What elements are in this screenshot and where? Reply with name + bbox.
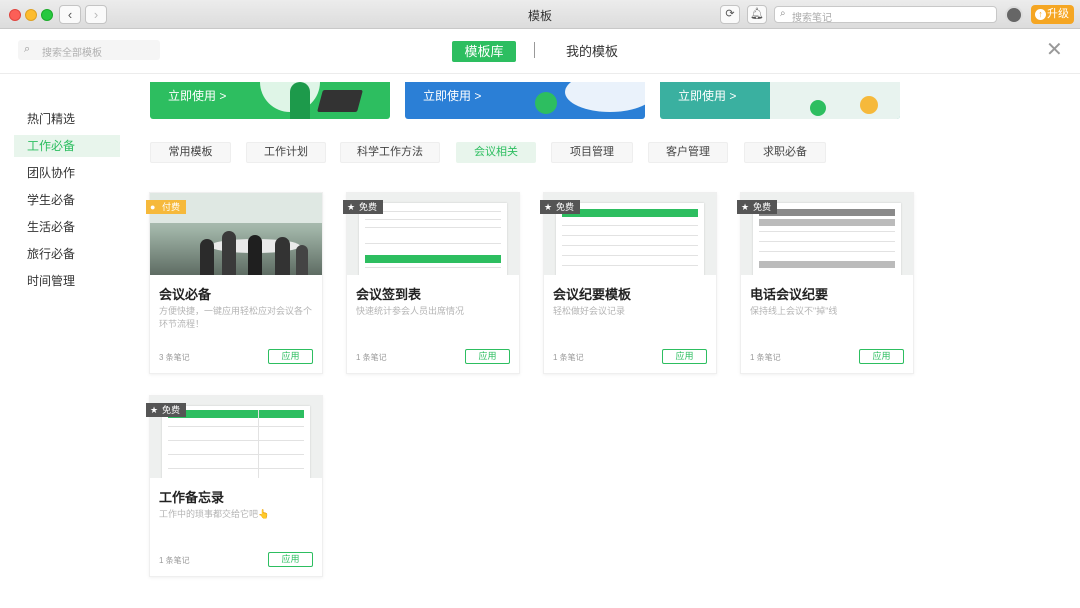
search-icon: ⌕ (24, 43, 31, 55)
paid-badge: ● 付费 (146, 200, 187, 214)
laptop-illustration (317, 90, 363, 112)
category-scientific-method[interactable]: 科学工作方法 (340, 142, 440, 163)
apply-button[interactable]: 应用 (662, 349, 707, 364)
apply-button[interactable]: 应用 (859, 349, 904, 364)
banner-2[interactable]: 立即使用 > (405, 82, 645, 119)
template-header: ⌕ 搜索全部模板 模板库 我的模板 ✕ (0, 29, 1080, 74)
star-icon: ★ (741, 202, 750, 212)
sync-button[interactable]: ⟳ (720, 5, 740, 24)
sidebar-item-life[interactable]: 生活必备 (14, 216, 120, 238)
app-window: ‹ › 模板 ⟳ 🔔︎ ⌕ 搜索笔记 ↑ 升级 ⌕ 搜索全部模板 模板库 我的模… (0, 0, 1080, 608)
note-count: 1 条笔记 (553, 353, 584, 362)
category-sidebar: 热门精选 工作必备 团队协作 学生必备 生活必备 旅行必备 时间管理 (14, 108, 120, 297)
star-icon: ★ (347, 202, 356, 212)
refresh-icon: ⟳ (725, 8, 735, 20)
banner-use-now-link[interactable]: 立即使用 > (168, 87, 226, 104)
template-card[interactable]: ● 付费 会议必备 方便快捷，一键应用轻松应对会议各个环节流程！ 3 条笔记 应用 (146, 192, 323, 374)
template-card[interactable]: ★ 免费 会议纪要模板 轻松做好会议记录 1 条笔记 应用 (540, 192, 717, 374)
note-count: 1 条笔记 (356, 353, 387, 362)
template-card[interactable]: ★ 免费 电话会议纪要 保持线上会议不"掉"线 1 条笔记 应用 (737, 192, 914, 374)
sidebar-item-student[interactable]: 学生必备 (14, 189, 120, 211)
sidebar-item-hot[interactable]: 热门精选 (14, 108, 120, 130)
card-description: 轻松做好会议记录 (553, 306, 626, 316)
notification-button[interactable]: 🔔︎ (747, 5, 767, 24)
star-icon: ★ (150, 405, 159, 415)
template-card[interactable]: ★ 免费 工作备忘录 工作中的琐事都交给它吧👆 1 条笔记 应用 (146, 395, 323, 577)
list-icon (535, 92, 557, 114)
card-title: 电话会议纪要 (750, 287, 829, 302)
sidebar-item-travel[interactable]: 旅行必备 (14, 243, 120, 265)
person-illustration (810, 100, 826, 116)
template-card[interactable]: ★ 免费 会议签到表 快速统计参会人员出席情况 1 条笔记 应用 (343, 192, 520, 374)
note-count: 1 条笔记 (750, 353, 781, 362)
title-bar: ‹ › 模板 ⟳ 🔔︎ ⌕ 搜索笔记 ↑ 升级 (0, 0, 1080, 29)
banner-use-now-link[interactable]: 立即使用 > (423, 87, 481, 104)
person-illustration (860, 96, 878, 114)
card-description: 工作中的琐事都交给它吧👆 (159, 509, 270, 519)
card-title: 会议必备 (159, 287, 212, 302)
tab-divider (534, 42, 535, 58)
card-description: 方便快捷，一键应用轻松应对会议各个环节流程！ (159, 306, 313, 329)
free-badge: ★ 免费 (146, 403, 187, 417)
star-icon: ★ (544, 202, 553, 212)
upgrade-label: 升级 (1047, 8, 1069, 20)
free-badge: ★ 免费 (737, 200, 778, 214)
tab-my-templates[interactable]: 我的模板 (556, 41, 628, 62)
note-search-placeholder: 搜索笔记 (792, 13, 832, 24)
category-meeting[interactable]: 会议相关 (456, 142, 536, 163)
card-description: 快速统计参会人员出席情况 (356, 306, 465, 316)
tab-template-library[interactable]: 模板库 (452, 41, 516, 62)
card-title: 会议签到表 (356, 287, 422, 302)
banner-illustration (565, 82, 645, 112)
coin-icon: ● (150, 202, 156, 212)
banner-illustration (770, 82, 900, 119)
search-icon: ⌕ (780, 8, 786, 19)
apply-button[interactable]: 应用 (268, 552, 313, 567)
category-common[interactable]: 常用模板 (150, 142, 231, 163)
category-job-hunting[interactable]: 求职必备 (744, 142, 826, 163)
arrow-up-icon: ↑ (1035, 9, 1046, 20)
template-search-placeholder: 搜索全部模板 (42, 48, 102, 59)
note-count: 3 条笔记 (159, 353, 190, 362)
free-badge: ★ 免费 (343, 200, 384, 214)
sidebar-item-work[interactable]: 工作必备 (14, 135, 120, 157)
banner-use-now-link[interactable]: 立即使用 > (678, 87, 736, 104)
sidebar-item-team[interactable]: 团队协作 (14, 162, 120, 184)
sidebar-item-time[interactable]: 时间管理 (14, 270, 120, 292)
note-count: 1 条笔记 (159, 556, 190, 565)
category-work-plan[interactable]: 工作计划 (246, 142, 326, 163)
banner-1[interactable]: 立即使用 > (150, 82, 390, 119)
card-title: 工作备忘录 (159, 490, 225, 505)
note-search-input[interactable]: ⌕ 搜索笔记 (774, 6, 997, 24)
avatar[interactable] (1005, 6, 1023, 24)
bell-icon: 🔔︎ (750, 8, 764, 20)
card-title: 会议纪要模板 (553, 287, 632, 302)
card-description: 保持线上会议不"掉"线 (750, 306, 838, 316)
template-search-input[interactable]: ⌕ 搜索全部模板 (18, 40, 160, 60)
person-illustration (290, 82, 310, 119)
category-project[interactable]: 项目管理 (551, 142, 633, 163)
apply-button[interactable]: 应用 (465, 349, 510, 364)
category-customer[interactable]: 客户管理 (648, 142, 728, 163)
close-icon[interactable]: ✕ (1046, 39, 1063, 61)
apply-button[interactable]: 应用 (268, 349, 313, 364)
banner-3[interactable]: 立即使用 > (660, 82, 900, 119)
free-badge: ★ 免费 (540, 200, 581, 214)
upgrade-button[interactable]: ↑ 升级 (1031, 5, 1074, 24)
